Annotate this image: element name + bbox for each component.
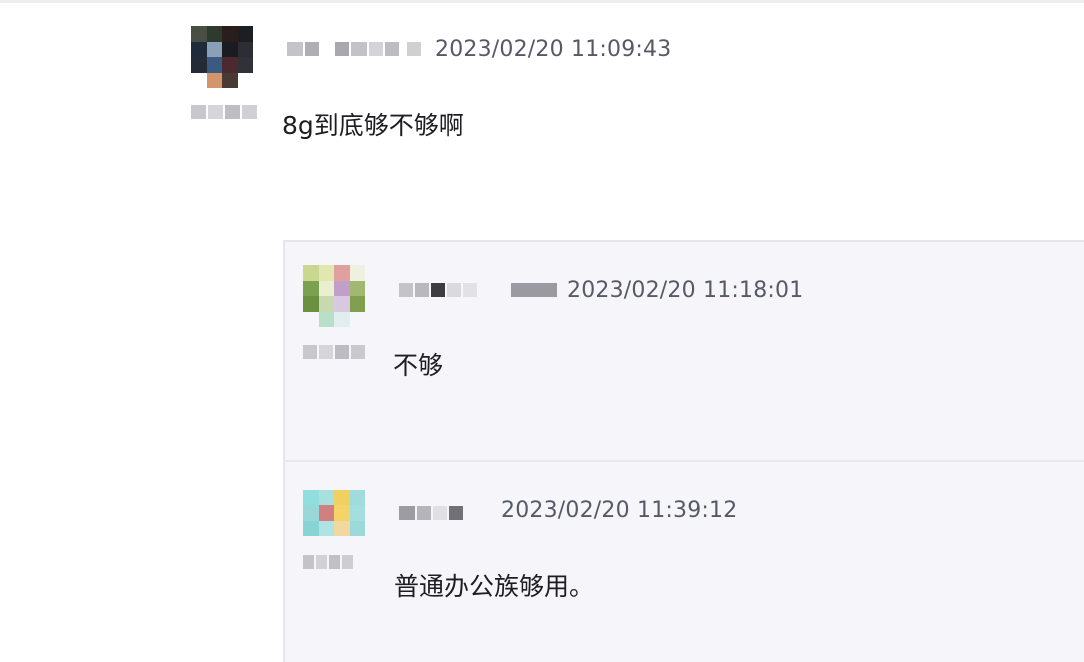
reply-text: 普通办公族够用。 (394, 572, 595, 601)
username[interactable] (287, 42, 421, 56)
avatar[interactable] (303, 265, 365, 327)
top-divider (0, 0, 1084, 3)
username[interactable] (399, 506, 463, 520)
user-level-badge (191, 105, 257, 119)
reply-timestamp: 2023/02/20 11:18:01 (567, 278, 804, 303)
comment-text: 8g到底够不够啊 (282, 111, 464, 140)
user-level-badge (303, 555, 353, 569)
user-level-badge (303, 345, 365, 359)
reply-divider (283, 460, 1084, 462)
avatar[interactable] (303, 490, 365, 536)
comment-timestamp: 2023/02/20 11:09:43 (435, 37, 672, 62)
reply-text: 不够 (393, 351, 444, 380)
reply-timestamp: 2023/02/20 11:39:12 (501, 498, 738, 523)
avatar[interactable] (191, 26, 253, 88)
username[interactable] (399, 283, 557, 297)
